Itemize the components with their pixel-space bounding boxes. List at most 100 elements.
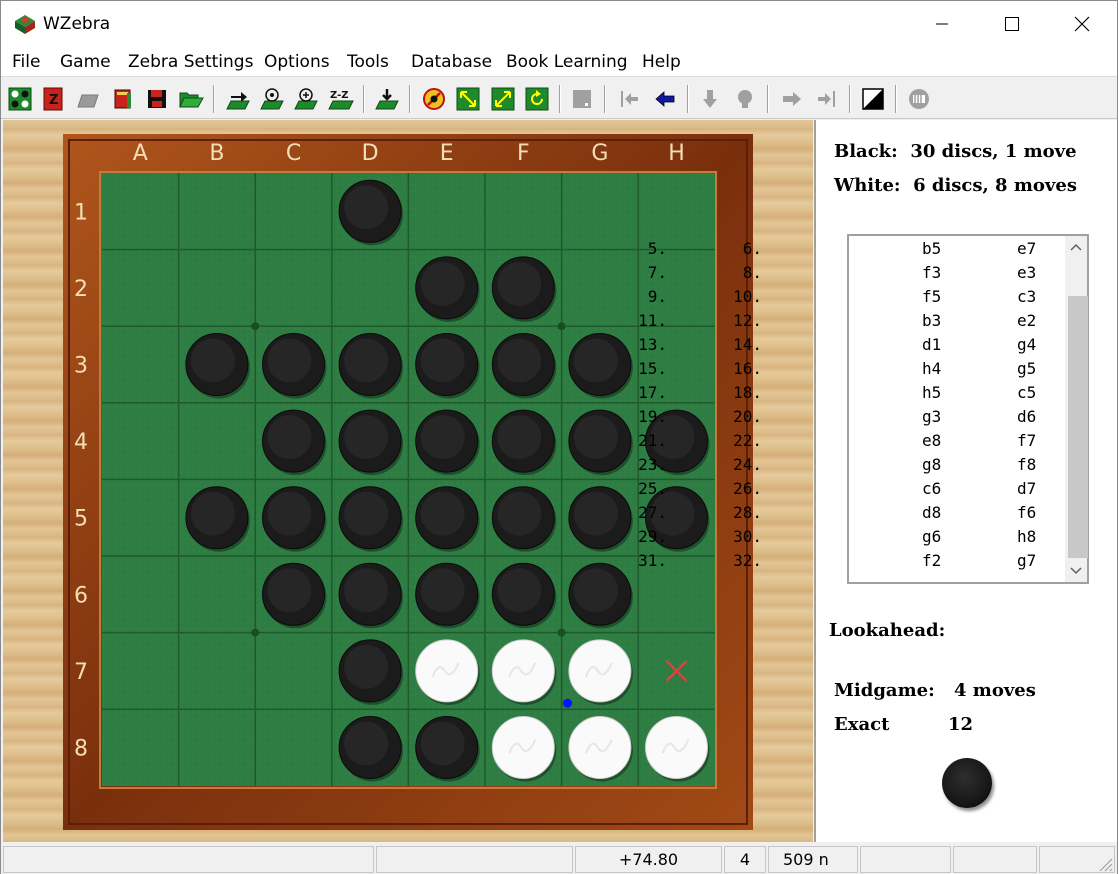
column-label: G <box>591 141 608 166</box>
menu-tools[interactable]: Tools <box>347 52 389 72</box>
board-square-a4[interactable] <box>102 403 179 480</box>
board-square-b2[interactable] <box>179 250 256 327</box>
toolbar: Z Z-Z <box>1 79 1117 119</box>
move-number: 9. <box>647 287 667 306</box>
new-game-button[interactable] <box>5 84 35 114</box>
board-square-e1[interactable] <box>408 173 485 250</box>
stop-button[interactable] <box>419 84 449 114</box>
first-move-button[interactable] <box>614 84 644 114</box>
board-square-a5[interactable] <box>102 479 179 556</box>
board-square-g2[interactable] <box>562 250 639 327</box>
move-square: f6 <box>1017 503 1037 522</box>
board-square-a1[interactable] <box>102 173 179 250</box>
move-number: 17. <box>638 383 667 402</box>
row-label: 8 <box>74 737 88 762</box>
scroll-thumb[interactable] <box>1068 296 1088 558</box>
board-square-b6[interactable] <box>179 556 256 633</box>
move-number: 6. <box>742 239 762 258</box>
svg-text:Z-Z: Z-Z <box>330 90 348 101</box>
board-square-b7[interactable] <box>179 633 256 710</box>
board-square-c1[interactable] <box>255 173 332 250</box>
minimize-icon <box>936 23 948 25</box>
refresh-button[interactable] <box>522 84 552 114</box>
zz-button[interactable]: Z-Z <box>326 84 356 114</box>
maximize-button[interactable] <box>977 1 1047 47</box>
open-folder-button[interactable] <box>176 84 206 114</box>
move-square: h4 <box>922 359 942 378</box>
row-label: 7 <box>74 660 88 685</box>
menu-database[interactable]: Database <box>411 52 492 72</box>
last-move-button[interactable] <box>812 84 842 114</box>
flip-button[interactable] <box>453 84 483 114</box>
svg-text:Z: Z <box>49 93 58 108</box>
board-square-a6[interactable] <box>102 556 179 633</box>
white-disc <box>415 639 479 703</box>
move-square: g3 <box>922 407 942 426</box>
chevron-down-icon <box>1070 567 1082 575</box>
book-button[interactable] <box>108 84 138 114</box>
board-square-a3[interactable] <box>102 326 179 403</box>
move-number: 13. <box>638 335 667 354</box>
menu-game[interactable]: Game <box>60 52 111 72</box>
board-square-a7[interactable] <box>102 633 179 710</box>
status-pane-extra2 <box>953 846 1037 873</box>
back-move-button[interactable] <box>650 84 680 114</box>
hint-button[interactable] <box>257 84 287 114</box>
contrast-icon <box>862 88 884 110</box>
download-button[interactable] <box>372 84 402 114</box>
move-number: 21. <box>638 431 667 450</box>
bulb-button[interactable] <box>730 84 760 114</box>
back-move-icon <box>655 91 675 107</box>
board-square-b1[interactable] <box>179 173 256 250</box>
toolbar-separator <box>604 85 605 113</box>
column-label: A <box>133 141 148 166</box>
forward-move-button[interactable] <box>777 84 807 114</box>
move-list[interactable]: 5. b5 6. e7 7. f3 8. e3 9. f5 10. c3 11. b3 12. e2 13. d1… <box>638 234 1089 584</box>
scroll-up-button[interactable] <box>1065 236 1087 258</box>
move-list-scrollbar[interactable] <box>1065 236 1088 582</box>
zebra-button[interactable]: Z <box>38 84 68 114</box>
exact-label: Exact <box>834 714 890 735</box>
toolbar-separator <box>895 85 896 113</box>
menu-button[interactable] <box>904 84 934 114</box>
resize-grip-icon[interactable] <box>1097 856 1113 872</box>
blank-icon <box>573 90 591 108</box>
board-square-b4[interactable] <box>179 403 256 480</box>
board-square-a8[interactable] <box>102 709 179 786</box>
move-square: e2 <box>1017 311 1037 330</box>
down-button[interactable] <box>695 84 725 114</box>
menu-zebra-settings[interactable]: Zebra Settings <box>128 52 253 72</box>
close-button[interactable] <box>1047 1 1117 47</box>
othello-board[interactable]: A B C D E F G H 1 2 3 4 5 6 7 8 <box>3 120 813 842</box>
board-square-f1[interactable] <box>485 173 562 250</box>
menu-book-learning[interactable]: Book Learning <box>506 52 628 72</box>
board-square-g1[interactable] <box>562 173 639 250</box>
open-gray-button[interactable] <box>73 84 103 114</box>
move-square: c5 <box>1017 383 1037 402</box>
white-disc <box>568 716 632 779</box>
move-number: 29. <box>638 527 667 546</box>
blank-button[interactable] <box>567 84 597 114</box>
row-label: 1 <box>74 200 88 225</box>
board-square-c8[interactable] <box>255 709 332 786</box>
minimize-button[interactable] <box>907 1 977 47</box>
play-move-button[interactable] <box>223 84 253 114</box>
menu-help[interactable]: Help <box>642 52 681 72</box>
board-square-b8[interactable] <box>179 709 256 786</box>
toolbar-separator <box>849 85 850 113</box>
open-gray-icon <box>77 94 99 108</box>
zebra-icon: Z <box>43 87 63 111</box>
move-number: 10. <box>733 287 762 306</box>
board-square-c7[interactable] <box>255 633 332 710</box>
menu-file[interactable]: File <box>12 52 40 72</box>
scroll-down-button[interactable] <box>1065 560 1087 582</box>
board-square-d2[interactable] <box>332 250 409 327</box>
menu-options[interactable]: Options <box>264 52 330 72</box>
board-square-c2[interactable] <box>255 250 332 327</box>
move-number: 7. <box>647 263 667 282</box>
contrast-button[interactable] <box>858 84 888 114</box>
board-square-a2[interactable] <box>102 250 179 327</box>
analyze-button[interactable] <box>291 84 321 114</box>
rotate-button[interactable] <box>488 84 518 114</box>
save-button[interactable] <box>142 84 172 114</box>
